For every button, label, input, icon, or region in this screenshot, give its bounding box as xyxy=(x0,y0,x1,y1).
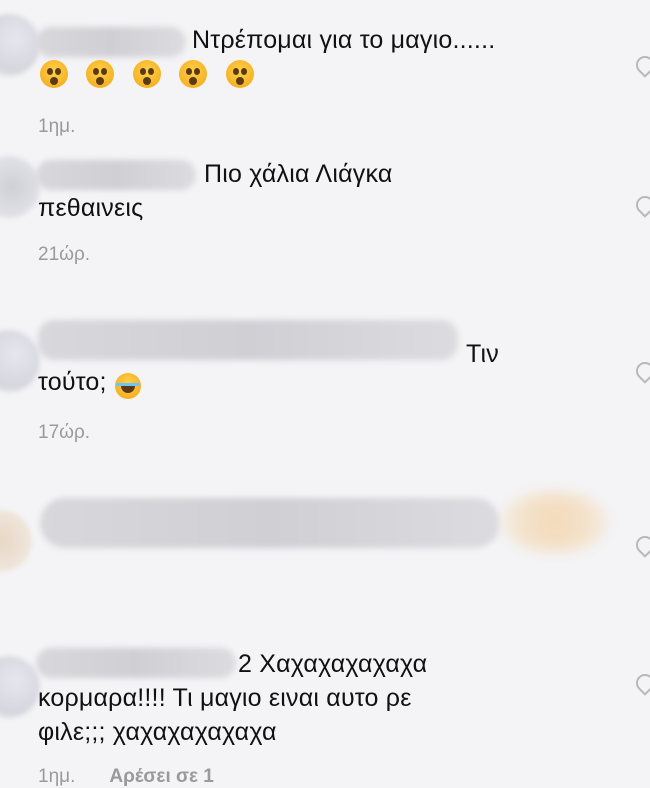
avatar[interactable] xyxy=(0,156,40,218)
heart-icon[interactable] xyxy=(632,358,650,384)
comment-text-line-2: κορμαρα!!!! Τι μαγιο ειναι αυτο ρε xyxy=(38,684,412,712)
comment-4-blurred xyxy=(0,480,650,630)
avatar[interactable] xyxy=(0,656,40,718)
astonished-face-icon xyxy=(86,60,115,88)
comment-text-line-1: Τιν xyxy=(466,340,499,368)
username-blurred[interactable] xyxy=(36,160,196,190)
tears-of-joy-icon xyxy=(115,372,142,399)
avatar[interactable] xyxy=(0,14,40,76)
comment-2: Πιο χάλια Λιάγκα πεθαινεις 21ώρ. xyxy=(0,150,650,310)
comment-text-line-1: 2 Χαχαχαχαχαχα xyxy=(238,650,428,678)
username-blurred[interactable] xyxy=(36,27,186,57)
comment-time: 1ημ. xyxy=(38,766,76,787)
comment-1: Ντρέπομαι για το μαγιο...... 1ημ. xyxy=(0,0,650,150)
avatar[interactable] xyxy=(0,510,32,572)
comment-text-line-2: τούτο; xyxy=(38,368,107,396)
username-blurred[interactable] xyxy=(38,320,458,360)
comment-text-line-2-row: τούτο; xyxy=(38,366,142,399)
heart-icon[interactable] xyxy=(632,192,650,218)
comment-time: 1ημ. xyxy=(38,116,76,137)
comment-meta: 1ημ. Αρέσει σε 1 xyxy=(38,766,214,788)
comment-text-blurred xyxy=(40,498,500,548)
comment-time: 21ώρ. xyxy=(38,244,91,265)
comment-text-line-1: Πιο χάλια Λιάγκα xyxy=(204,160,393,188)
astonished-face-icon xyxy=(132,60,161,88)
comment-text-line-2: πεθαινεις xyxy=(38,194,144,222)
astonished-face-icon xyxy=(40,60,68,88)
heart-icon[interactable] xyxy=(632,52,650,78)
comment-5: 2 Χαχαχαχαχαχα κορμαρα!!!! Τι μαγιο εινα… xyxy=(0,630,650,787)
comment-text-line-3: φιλε;;; χαχαχαχαχαχα xyxy=(38,718,277,746)
heart-icon[interactable] xyxy=(632,532,650,558)
astonished-face-icon xyxy=(179,60,208,88)
comment-time: 17ώρ. xyxy=(38,422,91,443)
blurred-emoji xyxy=(500,492,610,552)
astonished-face-icon xyxy=(225,60,254,88)
avatar[interactable] xyxy=(0,330,40,392)
heart-icon[interactable] xyxy=(632,670,650,696)
comment-3: Τιν τούτο; 17ώρ. xyxy=(0,310,650,480)
username-blurred[interactable] xyxy=(36,648,236,678)
emoji-row xyxy=(40,60,268,88)
likes-count-link[interactable]: Αρέσει σε 1 xyxy=(109,766,213,787)
comment-text: Ντρέπομαι για το μαγιο...... xyxy=(192,26,496,54)
